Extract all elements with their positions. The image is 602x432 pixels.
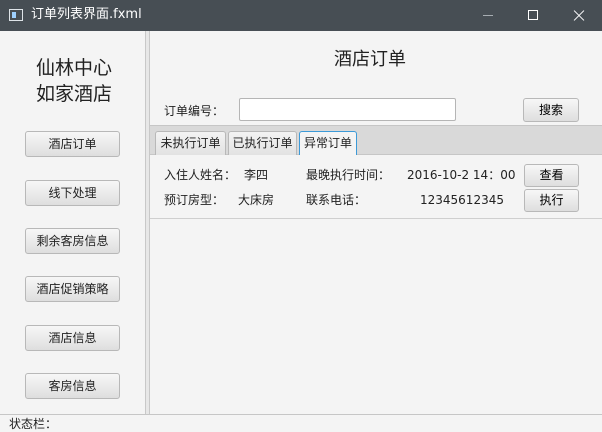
close-button[interactable] (556, 0, 602, 31)
hotel-name: 仙林中心 如家酒店 (10, 55, 138, 107)
room-type-value: 大床房 (238, 193, 275, 207)
window-title: 订单列表界面.fxml (31, 7, 142, 22)
status-bar: 状态栏： (0, 414, 602, 432)
window-titlebar: 订单列表界面.fxml (0, 0, 602, 31)
contact-phone-label: 联系电话： (306, 193, 367, 207)
status-bar-label: 状态栏： (9, 417, 58, 431)
latest-exec-time-label: 最晚执行时间： (306, 168, 391, 182)
guest-name-value: 李四 (244, 168, 269, 182)
room-type-label: 预订房型： (164, 193, 225, 207)
tab-executed-orders[interactable]: 已执行订单 (228, 131, 297, 155)
nav-remaining-rooms-button[interactable]: 剩余客房信息 (25, 228, 120, 254)
nav-offline-processing-button[interactable]: 线下处理 (25, 180, 120, 206)
order-number-label: 订单编号： (164, 104, 225, 118)
contact-phone-value: 12345612345 (420, 193, 504, 207)
nav-room-info-button[interactable]: 客房信息 (25, 373, 120, 399)
latest-exec-time-value: 2016-10-2 14：00 (407, 168, 516, 182)
nav-hotel-info-button[interactable]: 酒店信息 (25, 325, 120, 351)
sidebar: 仙林中心 如家酒店 酒店订单 线下处理 剩余客房信息 酒店促销策略 酒店信息 客… (0, 31, 145, 414)
guest-name-label: 入住人姓名： (164, 168, 237, 182)
tab-unexecuted-orders[interactable]: 未执行订单 (155, 131, 226, 155)
hotel-name-line1: 仙林中心 (35, 57, 112, 79)
hotel-name-line2: 如家酒店 (35, 83, 112, 105)
nav-hotel-orders-button[interactable]: 酒店订单 (25, 131, 120, 157)
order-detail-card: 入住人姓名： 李四 最晚执行时间： 2016-10-2 14：00 查看 预订房… (150, 155, 602, 219)
order-tabs: 未执行订单 已执行订单 异常订单 (150, 125, 602, 155)
page-title: 酒店订单 (334, 49, 406, 70)
window-app-icon (9, 9, 23, 21)
main-panel: 酒店订单 订单编号： 搜索 未执行订单 已执行订单 异常订单 入住人姓名： 李四… (150, 31, 602, 414)
nav-promotion-strategy-button[interactable]: 酒店促销策略 (25, 276, 120, 302)
tab-abnormal-orders[interactable]: 异常订单 (299, 131, 357, 155)
minimize-button[interactable] (464, 0, 510, 31)
search-button[interactable]: 搜索 (523, 98, 579, 122)
maximize-button[interactable] (510, 0, 556, 31)
view-order-button[interactable]: 查看 (524, 164, 579, 187)
order-number-input[interactable] (239, 98, 456, 121)
execute-order-button[interactable]: 执行 (524, 189, 579, 212)
